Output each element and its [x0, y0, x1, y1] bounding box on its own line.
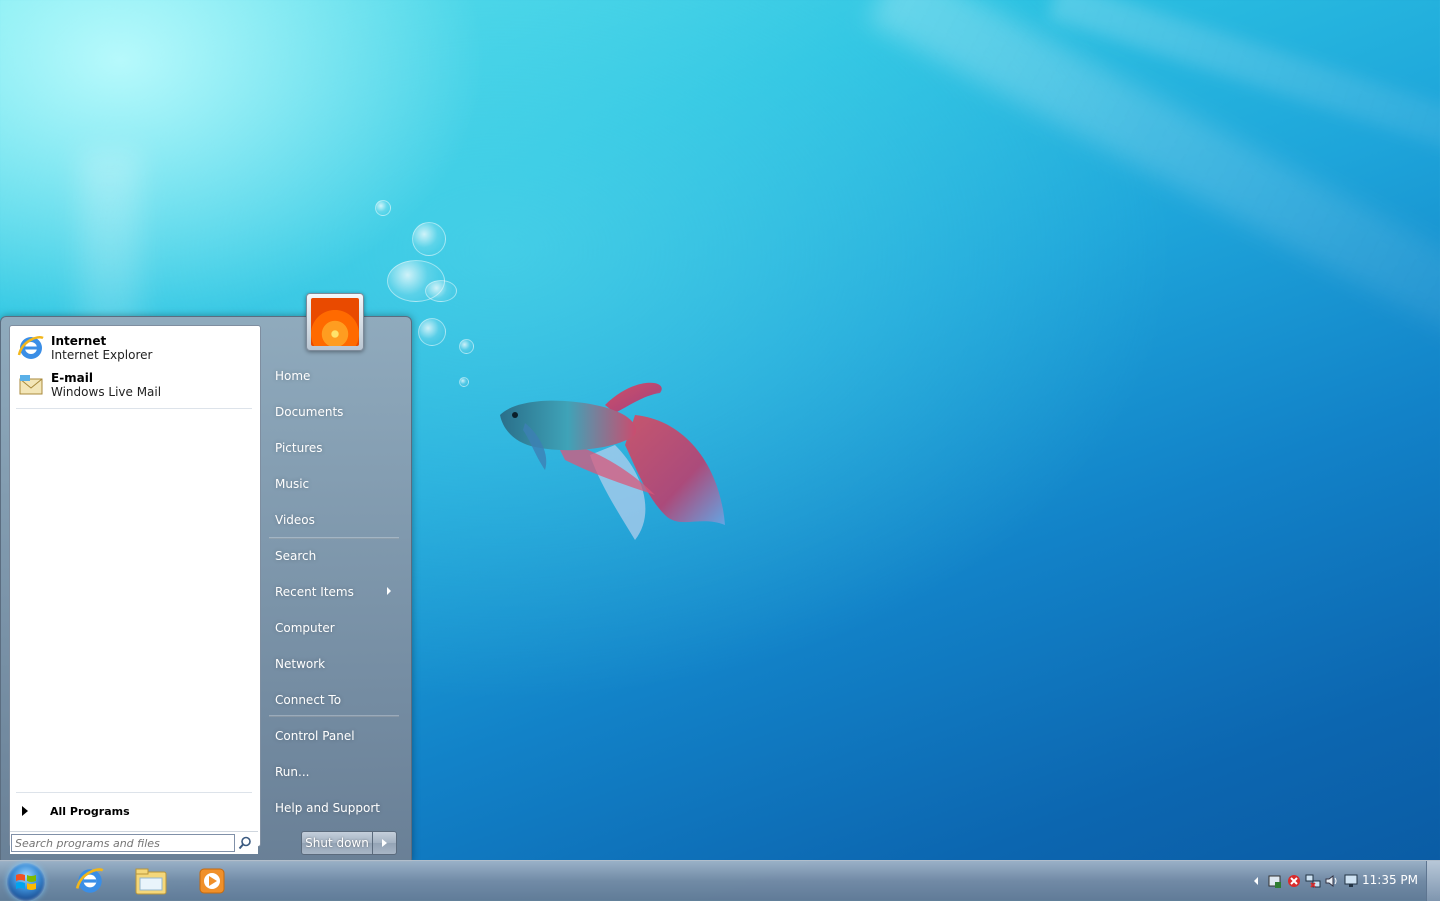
notification-area	[1248, 869, 1359, 893]
bubble	[375, 200, 391, 216]
start-menu-programs-pane: Internet Internet Explorer E-mail Window…	[9, 325, 261, 854]
right-item-control-panel[interactable]: Control Panel	[263, 721, 401, 751]
windows-live-mail-icon	[19, 375, 43, 395]
shutdown-control: Shut down	[301, 831, 397, 855]
pinned-item-title: Internet	[51, 334, 107, 348]
right-item-label: Connect To	[275, 693, 342, 707]
search-input[interactable]	[11, 834, 235, 852]
right-item-label: Control Panel	[275, 729, 355, 743]
security-alert-icon[interactable]	[1286, 873, 1302, 889]
all-programs-button[interactable]: All Programs	[16, 800, 252, 822]
right-item-network[interactable]: Network	[263, 649, 401, 679]
pinned-item-title: E-mail	[51, 371, 94, 385]
internet-explorer-icon	[17, 336, 44, 359]
taskbar: 11:35 PM	[0, 860, 1440, 901]
taskbar-media-player[interactable]	[184, 863, 240, 899]
betta-fish-image	[500, 382, 725, 540]
start-button[interactable]	[7, 863, 45, 901]
right-item-run[interactable]: Run...	[263, 757, 401, 787]
show-desktop-button[interactable]	[1426, 861, 1440, 901]
right-item-help-and-support[interactable]: Help and Support	[263, 793, 401, 823]
light-ray	[1047, 0, 1440, 235]
user-account-picture[interactable]	[306, 293, 364, 351]
bubble	[412, 222, 446, 256]
search-icon[interactable]	[238, 836, 252, 850]
volume-icon[interactable]	[1324, 873, 1340, 889]
windows-explorer-icon	[135, 868, 167, 895]
right-separator	[269, 715, 399, 717]
internet-explorer-icon	[75, 868, 104, 893]
right-item-label: Music	[275, 477, 310, 491]
flower-image	[311, 298, 359, 346]
network-icon[interactable]	[1305, 873, 1321, 889]
right-item-recent-items[interactable]: Recent Items	[263, 577, 401, 607]
right-item-label: Network	[275, 657, 326, 671]
right-item-label: Computer	[275, 621, 335, 635]
right-item-computer[interactable]: Computer	[263, 613, 401, 643]
start-search-box	[10, 831, 258, 854]
right-item-label: Pictures	[275, 441, 323, 455]
bubble	[425, 280, 457, 302]
all-programs-label: All Programs	[50, 804, 130, 818]
chevron-right-icon	[22, 806, 28, 816]
taskbar-internet-explorer[interactable]	[62, 863, 118, 899]
right-item-label: Home	[275, 369, 311, 383]
pinned-item-subtitle: Windows Live Mail	[51, 385, 162, 399]
right-item-search[interactable]: Search	[263, 541, 401, 571]
bubble	[459, 339, 474, 354]
all-programs-separator	[16, 792, 252, 793]
action-center-icon[interactable]	[1267, 873, 1283, 889]
right-item-pictures[interactable]: Pictures	[263, 433, 401, 463]
right-item-home[interactable]: Home	[263, 361, 401, 391]
windows-logo-icon	[16, 874, 36, 890]
submenu-arrow-icon	[387, 587, 391, 595]
shutdown-options-button[interactable]	[373, 832, 396, 854]
right-item-music[interactable]: Music	[263, 469, 401, 499]
shutdown-button[interactable]: Shut down	[302, 832, 373, 854]
chevron-right-icon	[382, 839, 387, 847]
taskbar-windows-explorer[interactable]	[123, 863, 179, 899]
right-item-connect-to[interactable]: Connect To	[263, 685, 401, 715]
right-item-label: Search	[275, 549, 317, 563]
pinned-item-subtitle: Internet Explorer	[51, 348, 153, 362]
media-player-icon	[199, 868, 225, 894]
right-separator	[269, 537, 399, 539]
pinned-item-internet[interactable]: Internet Internet Explorer	[16, 330, 252, 366]
display-icon[interactable]	[1343, 873, 1359, 889]
right-item-label: Videos	[275, 513, 315, 527]
right-item-label: Run...	[275, 765, 310, 779]
bubble	[418, 318, 446, 346]
pinned-item-email[interactable]: E-mail Windows Live Mail	[16, 367, 252, 403]
show-hidden-icons-arrow-icon[interactable]	[1248, 873, 1264, 889]
right-item-videos[interactable]: Videos	[263, 505, 401, 535]
pinned-separator	[16, 408, 252, 409]
light-ray	[867, 0, 1440, 445]
right-item-label: Help and Support	[275, 801, 380, 815]
start-menu: Internet Internet Explorer E-mail Window…	[0, 293, 412, 862]
right-item-label: Documents	[275, 405, 344, 419]
bubble	[459, 377, 469, 387]
taskbar-clock[interactable]: 11:35 PM	[1362, 873, 1418, 887]
right-item-documents[interactable]: Documents	[263, 397, 401, 427]
right-item-label: Recent Items	[275, 585, 354, 599]
